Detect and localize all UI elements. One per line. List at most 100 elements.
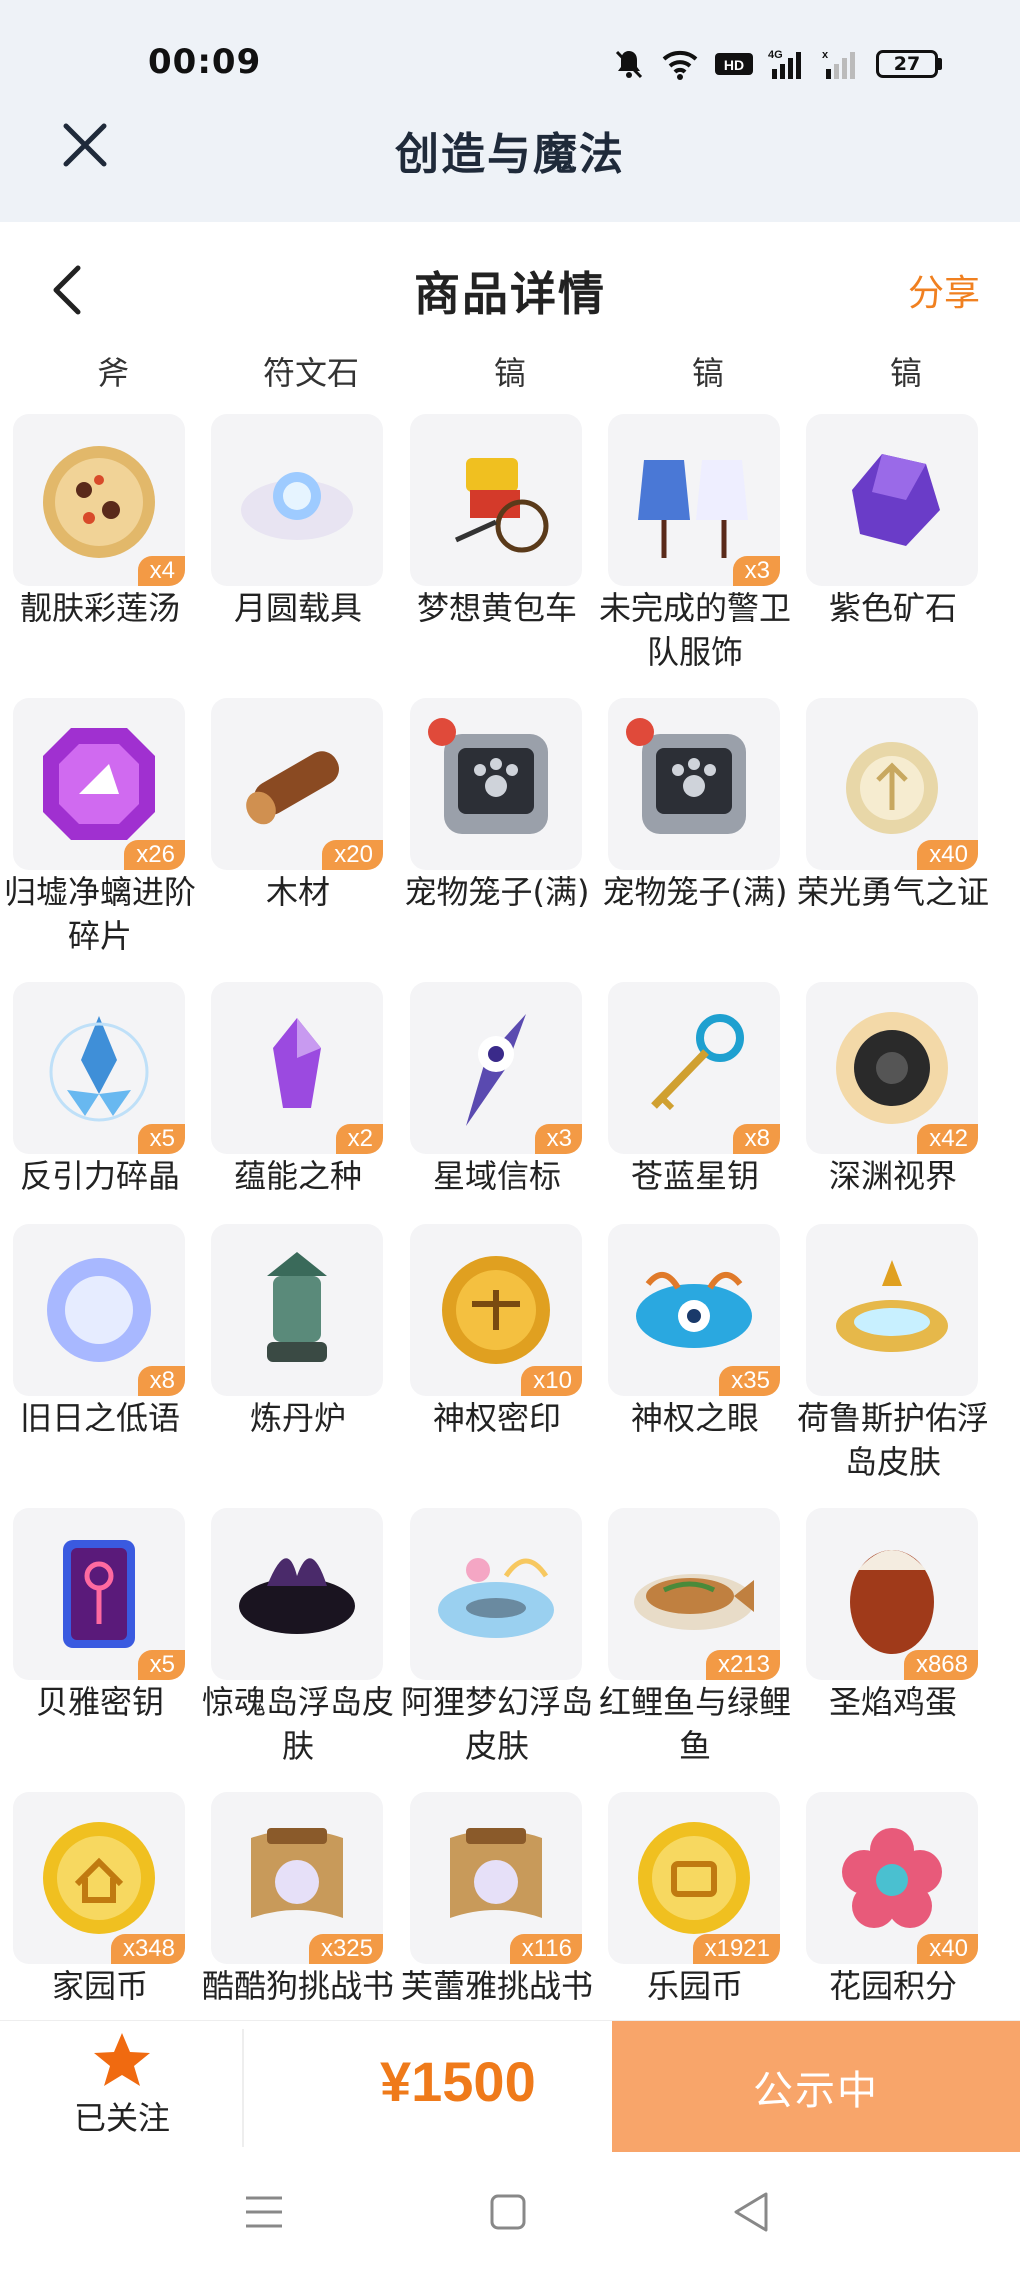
item-name: 深渊视界 (828, 1157, 957, 1195)
item-name: 贝雅密钥 (35, 1683, 164, 1721)
item-thumbnail: x348 (13, 1792, 185, 1964)
item-name: 家园币 (51, 1967, 148, 2005)
moon-cloud-icon (241, 472, 353, 540)
item-count-badge: x8 (137, 1366, 185, 1396)
column-header-row: 斧 符文石 镐 镐 镐 (0, 348, 1020, 398)
item-thumbnail: x8 (13, 1224, 185, 1396)
public-notice-button[interactable]: 公示中 (612, 2021, 1020, 2153)
item-name: 星域信标 (432, 1157, 561, 1195)
divine-seal-coin-icon (442, 1256, 550, 1364)
whisper-orb-icon (47, 1258, 151, 1362)
item-thumbnail: x3 (410, 982, 582, 1154)
purple-ore-icon (852, 454, 940, 546)
hd-icon: HD (715, 53, 753, 75)
star-beacon-icon (466, 1014, 526, 1126)
item-name: 惊魂岛浮岛皮肤 (202, 1683, 395, 1765)
uniform-icon (638, 460, 748, 558)
item-thumbnail (806, 1224, 978, 1396)
item-thumbnail: x35 (608, 1224, 780, 1396)
item-thumbnail: x4 (13, 414, 185, 586)
glory-badge-icon (846, 742, 938, 834)
item-count-badge: x1921 (692, 1934, 780, 1964)
svg-text:4G: 4G (768, 49, 783, 61)
holy-flame-egg-icon (850, 1550, 934, 1654)
price: ¥1500 (380, 2050, 536, 2113)
status-icons: HD 4G x 27 (612, 44, 942, 84)
item-name: 未完成的警卫队服饰 (599, 589, 792, 671)
mute-bell-icon (615, 50, 643, 79)
item-name: 芙蕾雅挑战书 (401, 1967, 594, 2005)
status-time: 00:09 (148, 42, 262, 82)
item-thumbnail: x325 (211, 1792, 383, 1964)
item-thumbnail (410, 698, 582, 870)
item-count-badge: x40 (917, 840, 978, 870)
garden-flower-icon (842, 1828, 942, 1928)
column-header: 镐 (493, 354, 526, 392)
item-thumbnail: x868 (806, 1508, 978, 1680)
purple-gem-icon (43, 728, 155, 840)
ali-dream-island-icon (438, 1558, 554, 1638)
item-thumbnail (211, 1224, 383, 1396)
pet-cage-icon (626, 718, 746, 834)
item-name: 神权密印 (432, 1399, 561, 1437)
item-name: 酷酷狗挑战书 (202, 1967, 395, 2005)
item-name: 宠物笼子(满) (404, 873, 590, 911)
follow-button[interactable]: 已关注 (62, 2031, 182, 2141)
divine-eye-icon (636, 1272, 752, 1348)
signal-weak-icon: x (822, 49, 855, 79)
item-count-badge: x325 (308, 1934, 383, 1964)
item-count-badge: x348 (110, 1934, 185, 1964)
divider (242, 2029, 244, 2147)
abyss-eye-icon (836, 1012, 948, 1124)
item-thumbnail: x20 (211, 698, 383, 870)
item-thumbnail: x5 (13, 1508, 185, 1680)
item-count-badge: x116 (509, 1934, 582, 1964)
item-thumbnail: x116 (410, 1792, 582, 1964)
horus-island-icon (836, 1260, 948, 1352)
item-name: 花园积分 (828, 1967, 957, 2005)
carp-dish-icon (634, 1574, 754, 1630)
item-thumbnail: x26 (13, 698, 185, 870)
system-nav-bar (0, 2152, 1020, 2278)
item-thumbnail: x1921 (608, 1792, 780, 1964)
blue-star-key-icon (651, 1014, 744, 1111)
column-header: 镐 (691, 354, 724, 392)
home-icon[interactable] (478, 2182, 538, 2242)
share-button[interactable]: 分享 (908, 264, 980, 316)
item-thumbnail (410, 414, 582, 586)
beya-key-card-icon (63, 1540, 135, 1648)
bottom-action-bar: 已关注 ¥1500 公示中 (0, 2020, 1020, 2153)
item-name: 归墟净螭进阶碎片 (4, 873, 197, 955)
menu-icon[interactable] (234, 2182, 294, 2242)
item-thumbnail (211, 414, 383, 586)
column-header: 斧 (96, 354, 129, 392)
wanted-scroll-icon (251, 1828, 343, 1918)
item-count-badge: x8 (732, 1124, 780, 1154)
item-thumbnail: x3 (608, 414, 780, 586)
item-thumbnail: x10 (410, 1224, 582, 1396)
wifi-icon (662, 50, 698, 80)
app-header-area: 00:09 HD 4G x 27 创造与魔法 (0, 0, 1020, 222)
item-count-badge: x5 (137, 1124, 185, 1154)
item-thumbnail: x40 (806, 698, 978, 870)
item-count-badge: x10 (521, 1366, 582, 1396)
battery-level: 27 (876, 50, 938, 78)
item-grid: 斧 符文石 镐 镐 镐 x4 靓肤彩莲汤 月圆载具 梦想黄包车 x3 未完成的警卫队服饰紫… (0, 330, 1020, 2020)
item-name: 荷鲁斯护佑浮岛皮肤 (797, 1399, 990, 1481)
soup-icon (43, 446, 155, 558)
wood-log-icon (246, 751, 339, 825)
item-name: 蕴能之种 (233, 1157, 362, 1195)
item-name: 神权之眼 (630, 1399, 759, 1437)
item-thumbnail: x42 (806, 982, 978, 1154)
item-name: 苍蓝星钥 (630, 1157, 759, 1195)
star-icon (94, 2033, 150, 2086)
item-count-badge: x3 (732, 556, 780, 586)
item-name: 靓肤彩莲汤 (19, 589, 180, 627)
item-thumbnail: x213 (608, 1508, 780, 1680)
item-count-badge: x26 (124, 840, 185, 870)
home-coin-icon (43, 1822, 155, 1934)
item-name: 宠物笼子(满) (602, 873, 788, 911)
item-count-badge: x868 (903, 1650, 978, 1680)
item-count-badge: x3 (534, 1124, 582, 1154)
back-triangle-icon[interactable] (722, 2182, 782, 2242)
